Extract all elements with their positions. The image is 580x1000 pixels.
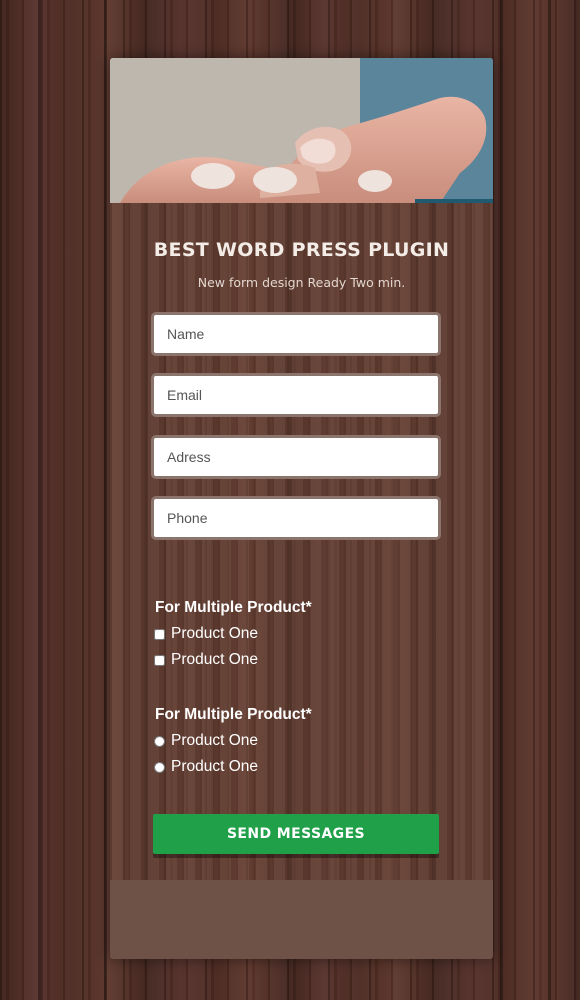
product-checkbox[interactable] (154, 654, 165, 666)
wood-plank-seam (104, 0, 107, 1000)
contact-form-card: BEST WORD PRESS PLUGIN New form design R… (110, 58, 493, 959)
form-body (110, 203, 493, 880)
checkbox-option-label: Product One (171, 651, 259, 668)
radio-option[interactable]: Product One (154, 731, 258, 751)
radio-group-label: For Multiple Product* (155, 706, 312, 723)
checkbox-option[interactable]: Product One (154, 650, 258, 670)
hero-image (110, 58, 493, 203)
product-checkbox[interactable] (154, 628, 165, 640)
address-field[interactable] (151, 435, 441, 479)
hand-photo-illustration (110, 58, 493, 203)
name-field[interactable] (151, 312, 441, 356)
radio-option-label: Product One (171, 758, 259, 775)
checkbox-group-label: For Multiple Product* (155, 599, 312, 616)
wood-plank-seam (500, 0, 503, 1000)
wood-plank-seam (548, 0, 551, 1000)
email-field[interactable] (151, 373, 441, 417)
phone-field[interactable] (151, 496, 441, 540)
radio-option[interactable]: Product One (154, 757, 258, 777)
send-messages-button[interactable]: SEND MESSAGES (153, 814, 439, 854)
card-footer-panel (110, 880, 493, 959)
product-radio[interactable] (154, 761, 165, 773)
wood-plank-seam (38, 0, 41, 1000)
checkbox-option[interactable]: Product One (154, 624, 258, 644)
form-subtitle: New form design Ready Two min. (197, 275, 406, 290)
radio-option-label: Product One (171, 732, 259, 749)
form-title: BEST WORD PRESS PLUGIN (153, 239, 450, 261)
product-radio[interactable] (154, 735, 165, 747)
checkbox-option-label: Product One (171, 625, 259, 642)
